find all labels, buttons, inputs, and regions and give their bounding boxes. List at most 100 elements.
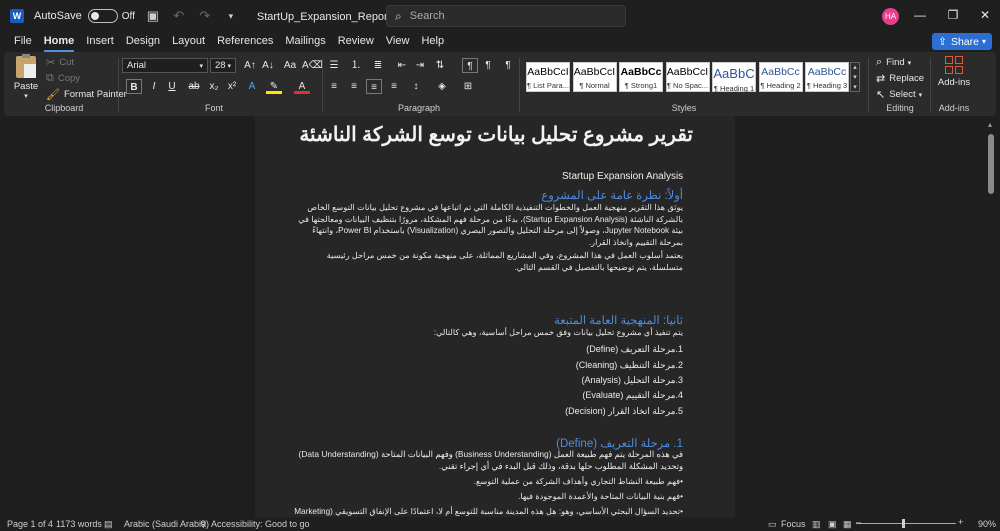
avatar[interactable]: HA (882, 8, 899, 25)
zoom-level[interactable]: 90% (978, 519, 996, 529)
bullet-item: •تحديد السؤال البحثي الأساسي، وهو: هل هذ… (294, 507, 683, 516)
tab-home[interactable]: Home (43, 35, 74, 52)
tab-help[interactable]: Help (421, 35, 444, 50)
page-count[interactable]: Page 1 of 4 (7, 519, 53, 529)
grow-font-icon[interactable]: A↑ (242, 58, 258, 73)
document-page[interactable]: تقرير مشروع تحليل بيانات توسع الشركة الن… (255, 116, 735, 517)
tab-mailings[interactable]: Mailings (285, 35, 325, 50)
restore-icon[interactable]: ❐ (946, 8, 960, 22)
minimize-icon[interactable]: — (913, 8, 927, 22)
tab-insert[interactable]: Insert (86, 35, 114, 50)
autosave-toggle[interactable] (87, 9, 118, 23)
vertical-scrollbar[interactable] (988, 134, 994, 194)
styles-scroll[interactable]: ▴ ▾ ▾ (850, 62, 860, 92)
copy-button[interactable]: ⧉ Copy (46, 72, 80, 85)
print-layout-icon[interactable]: ▣ (828, 519, 837, 530)
style-tile[interactable]: AaBbC ¶ Heading 1 (712, 62, 756, 93)
text-effects-icon[interactable]: A (244, 79, 260, 94)
decrease-indent-icon[interactable]: ⇤ (394, 58, 410, 73)
document-area[interactable]: تقرير مشروع تحليل بيانات توسع الشركة الن… (0, 116, 1000, 517)
list-item: 4.مرحلة التقييم (Evaluate) (582, 390, 683, 400)
multilevel-list-icon[interactable]: ≣ (370, 58, 386, 73)
tab-file[interactable]: File (14, 35, 32, 50)
tab-review[interactable]: Review (338, 35, 374, 50)
style-tile[interactable]: AaBbCc ¶ Heading 2 (758, 62, 803, 92)
shading-icon[interactable]: ◈ (434, 79, 450, 94)
borders-icon[interactable]: ⊞ (460, 79, 476, 94)
show-marks-icon[interactable]: ¶ (500, 58, 516, 73)
zoom-slider[interactable] (856, 523, 956, 524)
read-mode-icon[interactable]: ▥ (812, 519, 821, 530)
web-layout-icon[interactable]: ▦ (843, 519, 852, 530)
save-icon[interactable]: ▣ (145, 8, 161, 24)
tab-design[interactable]: Design (126, 35, 160, 50)
tab-references[interactable]: References (217, 35, 273, 50)
style-sample: AaBbCc (807, 66, 847, 78)
rtl-direction-icon[interactable]: ¶ (462, 58, 478, 73)
clear-formatting-icon[interactable]: A⌫ (302, 58, 323, 73)
strikethrough-button[interactable]: ab (186, 79, 202, 94)
search-input[interactable]: ⌕ Search (386, 5, 626, 27)
style-tile[interactable]: AaBbCc ¶ Strong1 (619, 62, 663, 92)
subscript-button[interactable]: x₂ (206, 79, 222, 94)
list-item: 3.مرحلة التحليل (Analysis) (581, 375, 683, 385)
sort-icon[interactable]: ⇅ (432, 58, 448, 73)
change-case-icon[interactable]: Aa (282, 58, 298, 73)
tab-view[interactable]: View (386, 35, 410, 50)
cut-button[interactable]: ✂ Cut (46, 56, 74, 69)
style-name: ¶ Heading 1 (713, 84, 755, 93)
align-center-icon[interactable]: ≡ (346, 79, 362, 94)
language-indicator[interactable]: Arabic (Saudi Arabia) (124, 519, 209, 529)
increase-indent-icon[interactable]: ⇥ (412, 58, 428, 73)
align-left-icon[interactable]: ≡ (326, 79, 342, 94)
italic-button[interactable]: I (146, 79, 162, 94)
copy-label: Copy (57, 73, 81, 84)
tab-layout[interactable]: Layout (172, 35, 205, 50)
share-label: Share (950, 35, 979, 48)
chevron-down-icon: ▾ (981, 37, 986, 46)
style-tile[interactable]: AaBbCcI ¶ No Spac... (665, 62, 710, 92)
select-button[interactable]: ↖ Select ▾ (876, 88, 922, 101)
undo-icon[interactable]: ↶ (171, 8, 187, 24)
replace-button[interactable]: ⇄ Replace (876, 72, 924, 85)
focus-button[interactable]: Focus (781, 519, 806, 529)
bullets-icon[interactable]: ☰ (326, 58, 342, 73)
zoom-in-icon[interactable]: + (958, 517, 963, 527)
style-tile[interactable]: AaBbCcI ¶ List Para... (526, 62, 570, 92)
close-icon[interactable]: ✕ (978, 8, 992, 22)
scroll-up-icon[interactable]: ▴ (988, 120, 992, 129)
style-tile[interactable]: AaBbCcI ¶ Normal (572, 62, 617, 92)
cursor-icon: ↖ (876, 89, 886, 101)
paste-button[interactable]: Paste ▾ (12, 54, 40, 100)
ltr-direction-icon[interactable]: ¶ (480, 58, 496, 73)
style-tile[interactable]: AaBbCc ¶ Heading 3 (805, 62, 849, 92)
shrink-font-icon[interactable]: A↓ (260, 58, 276, 73)
add-ins-button[interactable]: Add-ins (934, 56, 974, 88)
redo-icon[interactable]: ↷ (197, 8, 213, 24)
superscript-button[interactable]: x² (224, 79, 240, 94)
format-painter-button[interactable]: 🖌 Format Painter (46, 88, 127, 101)
line-spacing-icon[interactable]: ↕ (408, 79, 424, 94)
font-family-select[interactable]: Arial ▾ (122, 58, 208, 73)
font-size-select[interactable]: 28 ▾ (210, 58, 236, 73)
align-right-icon[interactable]: ≡ (366, 79, 382, 94)
document-subtitle: Startup Expansion Analysis (562, 171, 684, 182)
font-color-icon[interactable]: A (294, 79, 310, 94)
highlight-icon[interactable]: ✎ (266, 79, 282, 94)
search-placeholder: Search (409, 10, 445, 22)
numbering-icon[interactable]: ⒈ (348, 58, 364, 73)
proofing-icon[interactable]: ▤ (104, 519, 113, 530)
bold-button[interactable]: B (126, 79, 142, 94)
accessibility-status[interactable]: Accessibility: Good to go (211, 519, 310, 529)
font-family-value: Arial (127, 60, 147, 71)
share-button[interactable]: ⇪ Share ▾ (932, 33, 992, 50)
cut-label: Cut (59, 57, 75, 68)
word-count[interactable]: 1173 words (56, 519, 102, 529)
zoom-out-icon[interactable]: – (856, 517, 861, 527)
zoom-slider-thumb[interactable] (902, 519, 905, 528)
find-button[interactable]: ⌕ Find ▾ (876, 56, 911, 69)
customize-qat-icon[interactable]: ▾ (223, 11, 239, 22)
underline-button[interactable]: U (164, 79, 180, 94)
justify-icon[interactable]: ≡ (386, 79, 402, 94)
style-sample: AaBbCcI (573, 66, 616, 78)
